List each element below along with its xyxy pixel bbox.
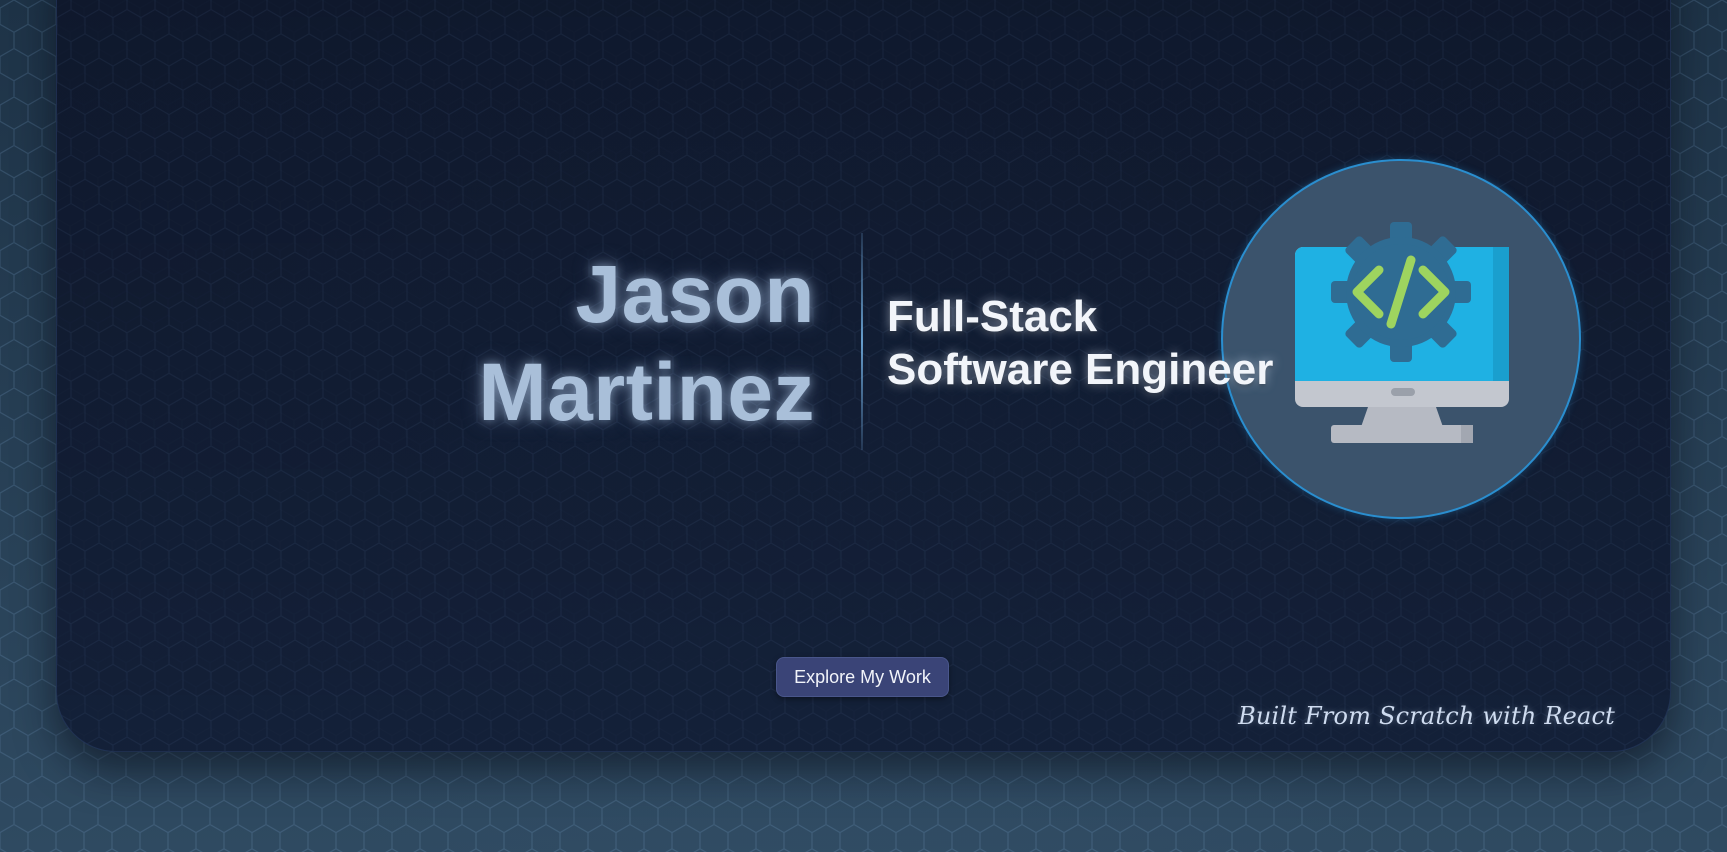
hero-name-first: Jason <box>575 249 815 340</box>
hero-title-line1: Full-Stack <box>887 292 1098 341</box>
hero-name-last: Martinez <box>478 347 815 438</box>
hero-name: Jason Martinez <box>478 246 815 442</box>
explore-my-work-button[interactable]: Explore My Work <box>776 657 949 697</box>
monitor-code-gear-icon <box>1295 222 1509 443</box>
hero-title: Full-Stack Software Engineer <box>887 290 1273 396</box>
avatar <box>1221 159 1581 519</box>
hero-divider <box>861 233 863 450</box>
built-with-react-note: Built From Scratch with React <box>1238 702 1615 730</box>
hero-title-line2: Software Engineer <box>887 345 1274 394</box>
